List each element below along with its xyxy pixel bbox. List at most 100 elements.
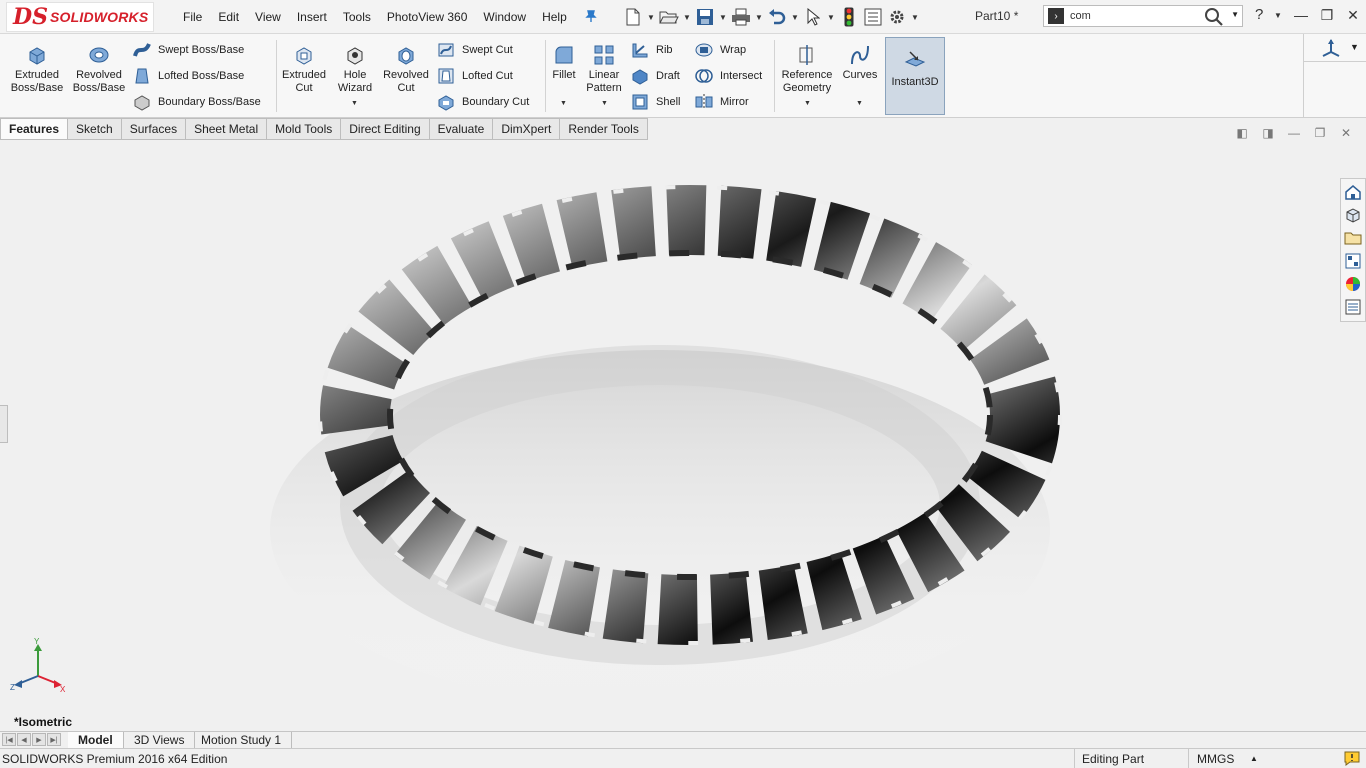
- custom-properties-icon[interactable]: [1342, 297, 1364, 317]
- menu-window[interactable]: Window: [475, 10, 534, 24]
- view-palette-icon[interactable]: [1342, 251, 1364, 271]
- mirror-button[interactable]: Mirror: [694, 91, 749, 113]
- revolved-cut-button[interactable]: Revolved Cut: [381, 38, 431, 114]
- extruded-cut-button[interactable]: Extruded Cut: [279, 38, 329, 114]
- wrap-icon: [695, 43, 713, 57]
- menu-photoview[interactable]: PhotoView 360: [379, 10, 476, 24]
- help-dropdown-icon[interactable]: ▼: [1274, 11, 1282, 20]
- wrap-label: Wrap: [720, 44, 747, 56]
- viewport-restore-icon[interactable]: ❐: [1310, 124, 1330, 142]
- boundary-boss-button[interactable]: Boundary Boss/Base: [132, 91, 261, 113]
- tab-3d-views[interactable]: 3D Views: [124, 732, 196, 748]
- tab-features[interactable]: Features: [0, 118, 69, 140]
- rib-button[interactable]: Rib: [630, 39, 673, 61]
- separator: [774, 40, 775, 112]
- viewport-minimize-icon[interactable]: —: [1284, 124, 1304, 142]
- scroll-first-icon[interactable]: |◀: [2, 733, 16, 746]
- menu-view[interactable]: View: [247, 10, 289, 24]
- new-document-icon[interactable]: [622, 6, 644, 28]
- reference-dropdown-icon[interactable]: ▼: [804, 100, 811, 107]
- minimize-icon[interactable]: —: [1290, 4, 1312, 26]
- shell-button[interactable]: Shell: [630, 91, 680, 113]
- scroll-prev-icon[interactable]: ◀: [17, 733, 31, 746]
- menu-file[interactable]: File: [175, 10, 210, 24]
- tab-sketch[interactable]: Sketch: [68, 118, 122, 140]
- reference-triad[interactable]: Y X Z: [8, 638, 68, 696]
- pattern-dropdown-icon[interactable]: ▼: [601, 100, 608, 107]
- rebuild-traffic-light-icon[interactable]: [838, 6, 860, 28]
- menu-help[interactable]: Help: [534, 10, 575, 24]
- file-explorer-icon[interactable]: [1342, 228, 1364, 248]
- instant3d-icon: [904, 51, 926, 67]
- menu-insert[interactable]: Insert: [289, 10, 335, 24]
- select-dropdown-icon[interactable]: ▼: [826, 13, 836, 22]
- menu-tools[interactable]: Tools: [335, 10, 379, 24]
- curves-dropdown-icon[interactable]: ▼: [856, 100, 863, 107]
- options-dropdown-icon[interactable]: ▼: [910, 13, 920, 22]
- hole-wizard-icon: [347, 47, 363, 65]
- tile-left-icon[interactable]: ◧: [1232, 124, 1252, 142]
- lofted-boss-icon: [135, 68, 149, 84]
- tab-surfaces[interactable]: Surfaces: [121, 118, 187, 140]
- solidworks-logo[interactable]: DS SOLIDWORKS: [6, 2, 154, 32]
- fillet-dropdown-icon[interactable]: ▼: [560, 100, 567, 107]
- draft-button[interactable]: Draft: [630, 65, 680, 87]
- tab-render-tools[interactable]: Render Tools: [560, 118, 648, 140]
- view-orientation-icon[interactable]: [1320, 38, 1342, 58]
- open-document-icon[interactable]: [658, 6, 680, 28]
- scroll-next-icon[interactable]: ▶: [32, 733, 46, 746]
- boundary-cut-button[interactable]: Boundary Cut: [436, 91, 529, 113]
- tab-sheet-metal[interactable]: Sheet Metal: [186, 118, 268, 140]
- tab-evaluate[interactable]: Evaluate: [429, 118, 494, 140]
- help-button[interactable]: ?: [1255, 6, 1263, 23]
- file-properties-icon[interactable]: [862, 6, 884, 28]
- undo-icon[interactable]: [766, 6, 788, 28]
- undo-dropdown-icon[interactable]: ▼: [790, 13, 800, 22]
- restore-icon[interactable]: ❐: [1316, 4, 1338, 26]
- instant3d-button[interactable]: Instant3D: [885, 37, 945, 115]
- solidworks-resources-home-icon[interactable]: [1342, 182, 1364, 202]
- search-box[interactable]: › ▼: [1043, 5, 1243, 27]
- design-library-icon[interactable]: [1342, 205, 1364, 225]
- swept-cut-button[interactable]: Swept Cut: [436, 39, 513, 61]
- reference-geometry-icon: [799, 45, 813, 65]
- search-icon[interactable]: [1204, 7, 1224, 27]
- tile-right-icon[interactable]: ◨: [1258, 124, 1278, 142]
- wrap-button[interactable]: Wrap: [694, 39, 746, 61]
- new-dropdown-icon[interactable]: ▼: [646, 13, 656, 22]
- save-icon[interactable]: [694, 6, 716, 28]
- print-dropdown-icon[interactable]: ▼: [754, 13, 764, 22]
- tab-motion-study-1[interactable]: Motion Study 1: [191, 732, 293, 748]
- open-dropdown-icon[interactable]: ▼: [682, 13, 692, 22]
- menu-edit[interactable]: Edit: [210, 10, 247, 24]
- extruded-boss-button[interactable]: Extruded Boss/Base: [6, 38, 68, 114]
- hole-wizard-dropdown-icon[interactable]: ▼: [351, 100, 358, 107]
- select-cursor-icon[interactable]: [802, 6, 824, 28]
- feature-manager-expand-handle[interactable]: [0, 405, 8, 443]
- search-dropdown-icon[interactable]: ▼: [1231, 10, 1239, 19]
- save-dropdown-icon[interactable]: ▼: [718, 13, 728, 22]
- appearances-icon[interactable]: [1342, 274, 1364, 294]
- rebuild-message-icon[interactable]: [1344, 751, 1360, 766]
- separator: [276, 40, 277, 112]
- lofted-cut-button[interactable]: Lofted Cut: [436, 65, 513, 87]
- orientation-dropdown-icon[interactable]: ▼: [1350, 42, 1359, 52]
- unit-system[interactable]: MMGS: [1188, 749, 1338, 768]
- pin-menu-icon[interactable]: [584, 9, 598, 23]
- tab-mold-tools[interactable]: Mold Tools: [267, 118, 342, 140]
- close-icon[interactable]: ✕: [1342, 4, 1364, 26]
- swept-boss-button[interactable]: Swept Boss/Base: [132, 39, 244, 61]
- lofted-boss-button[interactable]: Lofted Boss/Base: [132, 65, 244, 87]
- options-gear-icon[interactable]: [886, 6, 908, 28]
- viewport-close-icon[interactable]: ✕: [1336, 124, 1356, 142]
- tab-direct-editing[interactable]: Direct Editing: [341, 118, 430, 140]
- ring-3d-model[interactable]: [250, 175, 1080, 735]
- print-icon[interactable]: [730, 6, 752, 28]
- revolved-boss-button[interactable]: Revolved Boss/Base: [70, 38, 128, 114]
- intersect-button[interactable]: Intersect: [694, 65, 762, 87]
- unit-system-dropdown-icon[interactable]: ▲: [1250, 754, 1258, 763]
- tab-dimxpert[interactable]: DimXpert: [493, 118, 561, 140]
- scroll-last-icon[interactable]: ▶|: [47, 733, 61, 746]
- search-input[interactable]: [1070, 10, 1210, 22]
- tab-model[interactable]: Model: [68, 732, 124, 748]
